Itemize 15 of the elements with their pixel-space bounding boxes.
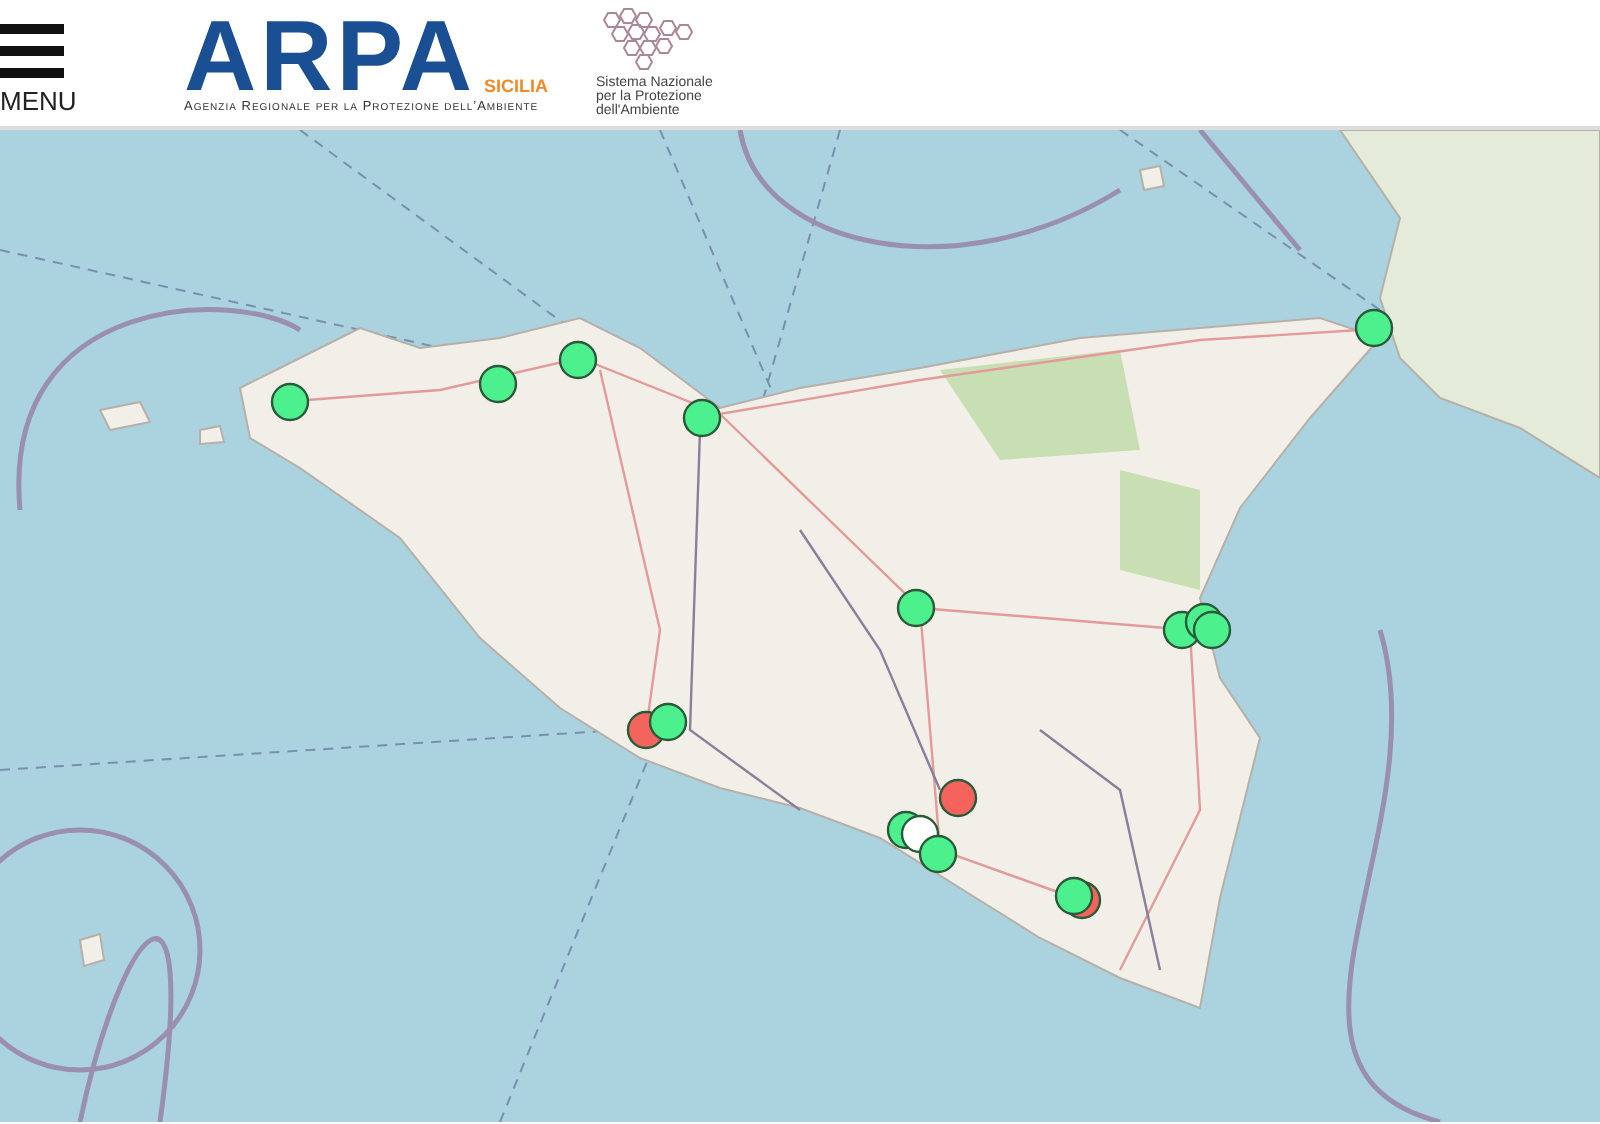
menu-button[interactable]: MENU [0, 23, 184, 115]
map-marker[interactable] [918, 834, 958, 874]
logo-wordmark: ARPA [184, 12, 476, 100]
map-marker[interactable] [648, 702, 688, 742]
map-marker[interactable] [1354, 308, 1394, 348]
map-marker[interactable] [270, 382, 310, 422]
logo-region: SICILIA [483, 76, 548, 96]
map-marker[interactable] [1192, 610, 1232, 650]
map-marker[interactable] [682, 398, 722, 438]
map-marker[interactable] [558, 340, 598, 380]
map-marker[interactable] [1054, 876, 1094, 916]
map-marker[interactable] [896, 588, 936, 628]
map-marker[interactable] [478, 364, 518, 404]
menu-icon [0, 23, 64, 79]
map-marker[interactable] [938, 778, 978, 818]
